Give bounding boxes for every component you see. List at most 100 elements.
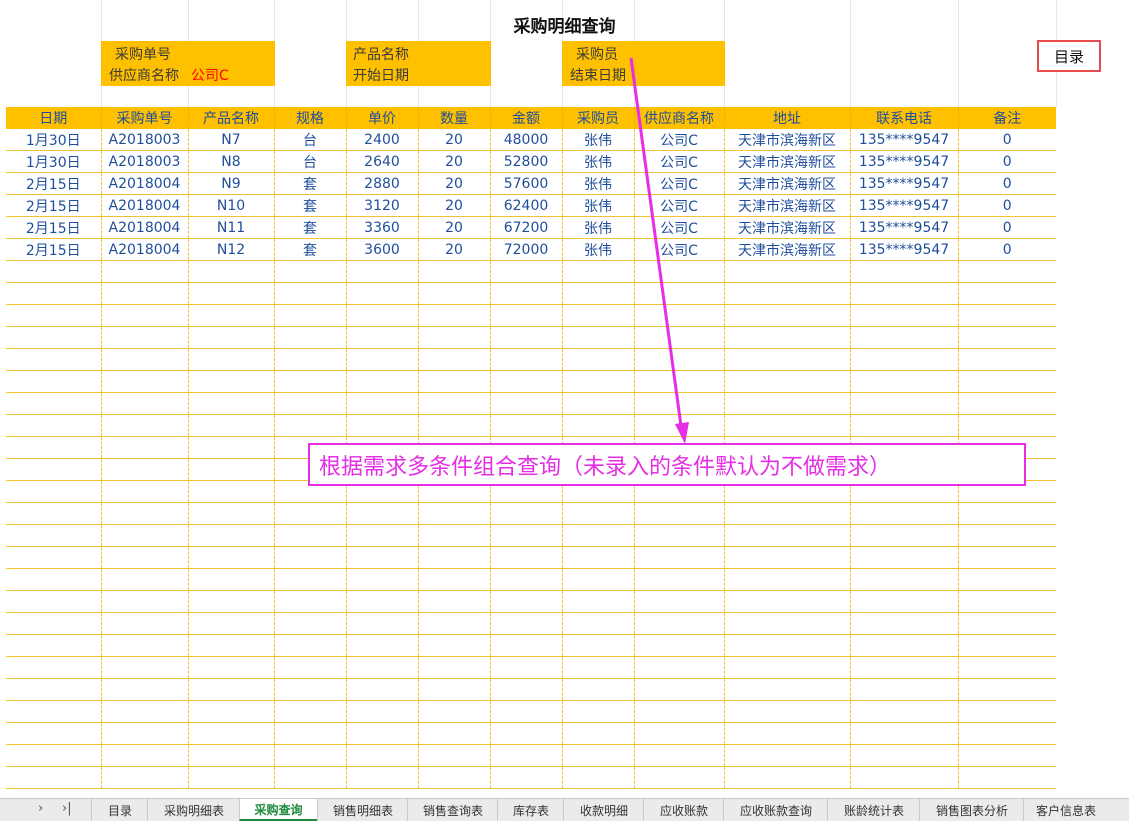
table-cell[interactable] [489, 612, 562, 635]
table-cell[interactable]: 1月30日 [6, 150, 101, 173]
table-cell[interactable] [849, 392, 958, 415]
table-cell[interactable] [633, 524, 724, 547]
table-cell[interactable] [849, 414, 958, 437]
table-cell[interactable]: 张伟 [561, 172, 634, 195]
table-cell[interactable] [273, 766, 346, 789]
table-cell[interactable] [723, 568, 850, 591]
table-cell[interactable]: 135****9547 [849, 129, 958, 151]
supplier-value-cell[interactable]: 公司C [191, 65, 229, 85]
table-cell[interactable]: 公司C [633, 216, 724, 239]
table-cell[interactable] [723, 634, 850, 657]
table-cell[interactable]: 公司C [633, 238, 724, 261]
table-cell[interactable]: 2640 [345, 150, 418, 173]
table-cell[interactable] [6, 546, 101, 569]
table-cell[interactable]: 135****9547 [849, 238, 958, 261]
table-cell[interactable] [417, 392, 490, 415]
table-cell[interactable] [561, 282, 634, 305]
table-cell[interactable] [561, 370, 634, 393]
table-cell[interactable] [417, 766, 490, 789]
table-cell[interactable] [6, 304, 101, 327]
table-cell[interactable] [100, 678, 188, 701]
sheet-tab[interactable]: 客户信息表 [1023, 799, 1108, 821]
table-cell[interactable] [187, 656, 274, 679]
table-cell[interactable] [6, 590, 101, 613]
table-cell[interactable] [489, 348, 562, 371]
table-cell[interactable] [100, 656, 188, 679]
table-cell[interactable] [633, 502, 724, 525]
table-cell[interactable] [187, 282, 274, 305]
table-cell[interactable] [100, 590, 188, 613]
column-header[interactable]: 备注 [957, 107, 1056, 129]
table-cell[interactable]: 台 [273, 150, 346, 173]
table-cell[interactable] [633, 370, 724, 393]
table-cell[interactable] [633, 700, 724, 723]
table-cell[interactable]: 72000 [489, 238, 562, 261]
table-cell[interactable] [957, 700, 1056, 723]
table-cell[interactable] [6, 568, 101, 591]
table-cell[interactable] [489, 590, 562, 613]
table-cell[interactable] [345, 766, 418, 789]
table-cell[interactable] [417, 260, 490, 283]
table-cell[interactable] [633, 568, 724, 591]
table-cell[interactable] [489, 700, 562, 723]
table-cell[interactable] [489, 414, 562, 437]
table-cell[interactable]: 天津市滨海新区 [723, 238, 850, 261]
table-cell[interactable] [6, 348, 101, 371]
table-cell[interactable] [273, 304, 346, 327]
table-cell[interactable] [723, 370, 850, 393]
table-cell[interactable] [417, 722, 490, 745]
table-cell[interactable] [100, 744, 188, 767]
sheet-tab[interactable]: 销售图表分析 [919, 799, 1024, 821]
sheet-tab[interactable]: 账龄统计表 [827, 799, 920, 821]
table-cell[interactable] [957, 744, 1056, 767]
table-cell[interactable] [633, 326, 724, 349]
table-cell[interactable] [633, 612, 724, 635]
table-cell[interactable] [100, 458, 188, 481]
table-cell[interactable] [273, 634, 346, 657]
table-cell[interactable]: A2018003 [100, 150, 188, 173]
table-cell[interactable] [633, 634, 724, 657]
table-cell[interactable] [849, 304, 958, 327]
table-cell[interactable] [100, 502, 188, 525]
table-cell[interactable] [849, 634, 958, 657]
table-cell[interactable] [187, 744, 274, 767]
table-cell[interactable] [489, 392, 562, 415]
table-cell[interactable] [100, 722, 188, 745]
table-cell[interactable] [345, 744, 418, 767]
sheet-tab[interactable]: 收款明细 [563, 799, 644, 821]
table-cell[interactable]: 0 [957, 150, 1056, 173]
table-cell[interactable]: N8 [187, 150, 274, 173]
table-cell[interactable] [561, 546, 634, 569]
table-cell[interactable] [417, 414, 490, 437]
column-header[interactable]: 数量 [417, 107, 490, 129]
table-cell[interactable] [723, 656, 850, 679]
table-cell[interactable] [957, 634, 1056, 657]
table-cell[interactable] [6, 700, 101, 723]
table-cell[interactable] [187, 590, 274, 613]
table-cell[interactable] [489, 260, 562, 283]
table-cell[interactable] [187, 260, 274, 283]
table-cell[interactable] [187, 348, 274, 371]
table-cell[interactable] [6, 480, 101, 503]
table-cell[interactable] [100, 436, 188, 459]
table-cell[interactable]: 3360 [345, 216, 418, 239]
table-cell[interactable]: 20 [417, 150, 490, 173]
table-cell[interactable]: 2月15日 [6, 172, 101, 195]
table-cell[interactable] [849, 260, 958, 283]
table-cell[interactable] [849, 326, 958, 349]
table-cell[interactable]: 天津市滨海新区 [723, 194, 850, 217]
table-cell[interactable]: 套 [273, 238, 346, 261]
table-cell[interactable] [561, 634, 634, 657]
table-cell[interactable]: 20 [417, 238, 490, 261]
table-cell[interactable] [957, 678, 1056, 701]
table-cell[interactable] [849, 546, 958, 569]
table-cell[interactable] [489, 744, 562, 767]
table-cell[interactable] [723, 612, 850, 635]
table-cell[interactable] [273, 348, 346, 371]
sheet-tab[interactable]: 目录 [91, 799, 148, 821]
table-cell[interactable]: N10 [187, 194, 274, 217]
table-cell[interactable] [417, 612, 490, 635]
table-cell[interactable] [633, 304, 724, 327]
table-cell[interactable] [417, 700, 490, 723]
table-cell[interactable] [849, 678, 958, 701]
